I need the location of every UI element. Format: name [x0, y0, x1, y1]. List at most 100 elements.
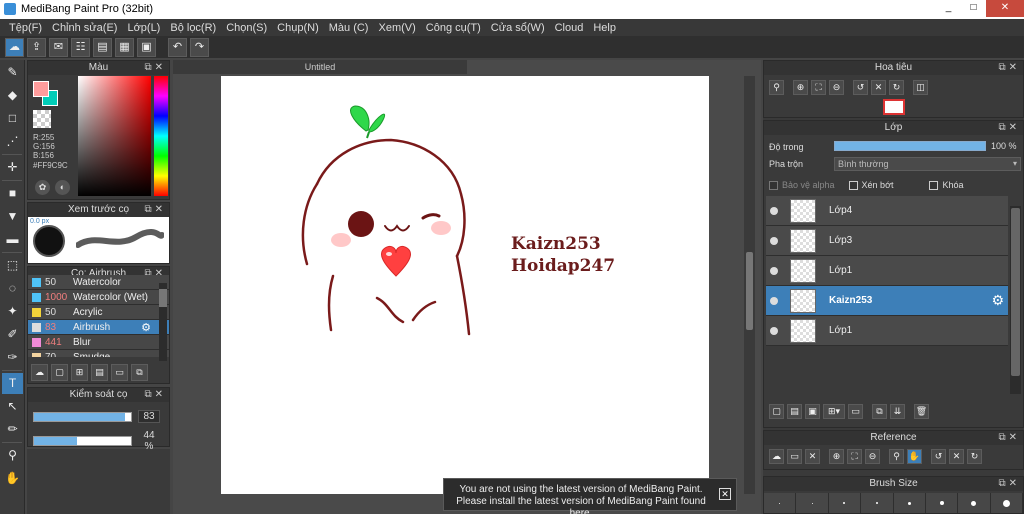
ref-close-icon[interactable]: ✕: [805, 449, 820, 464]
ref-actual-size-icon[interactable]: ✕: [949, 449, 964, 464]
layer-row[interactable]: Lớp1: [766, 316, 1008, 346]
merge-layer-icon[interactable]: ⇊: [890, 404, 905, 419]
brush-item[interactable]: 1000 Watercolor (Wet): [28, 290, 169, 305]
ref-rotate-right-icon[interactable]: ↻: [967, 449, 982, 464]
panel-controls[interactable]: ⧉✕: [998, 121, 1020, 135]
menu-file[interactable]: Tệp(F): [4, 22, 47, 34]
gear-icon[interactable]: ⚙: [141, 321, 151, 334]
ref-cloud-icon[interactable]: ☁: [769, 449, 784, 464]
eraser-tool-icon[interactable]: ◆: [2, 85, 23, 106]
transparent-color-swatch[interactable]: [33, 110, 51, 128]
zoom-out-icon[interactable]: ⊖: [829, 80, 844, 95]
fill-rect-tool-icon[interactable]: ■: [2, 183, 23, 204]
visibility-eye-icon[interactable]: [770, 207, 778, 215]
select-tool-icon[interactable]: ⬚: [2, 255, 23, 276]
zoom-in-icon[interactable]: ⊕: [793, 80, 808, 95]
minimize-button[interactable]: _: [936, 0, 961, 17]
dot-tool-icon[interactable]: ⋰: [2, 131, 23, 152]
close-icon[interactable]: ✕: [719, 488, 731, 500]
ref-rotate-left-icon[interactable]: ↺: [931, 449, 946, 464]
hue-slider[interactable]: [154, 76, 168, 196]
move-tool-icon[interactable]: ✛: [2, 157, 23, 178]
lock-checkbox[interactable]: Khóa: [929, 180, 964, 190]
close-button[interactable]: ✕: [986, 0, 1024, 17]
document-icon[interactable]: ▤: [93, 37, 112, 57]
menu-view[interactable]: Xem(V): [373, 22, 420, 34]
visibility-eye-icon[interactable]: [770, 327, 778, 335]
eyedropper-tool-icon[interactable]: ⚲: [2, 445, 23, 466]
panel-controls[interactable]: ⧉✕: [998, 61, 1020, 75]
layer-opacity-slider[interactable]: [834, 141, 986, 151]
zoom-icon[interactable]: ⚲: [769, 80, 784, 95]
canvas-page[interactable]: Kaizn253 Hoidap247: [221, 76, 709, 494]
palette-icon[interactable]: ✿: [35, 180, 50, 195]
color-swatches[interactable]: [33, 81, 58, 106]
text-tool-icon[interactable]: T: [2, 373, 23, 394]
canvas-text-hoidap[interactable]: Hoidap247: [511, 256, 615, 276]
magic-wand-tool-icon[interactable]: ✦: [2, 301, 23, 322]
brush-item[interactable]: 50 Watercolor: [28, 275, 169, 290]
update-notification[interactable]: You are not using the latest version of …: [443, 478, 737, 514]
layer-row[interactable]: Lớp3: [766, 226, 1008, 256]
panel-controls[interactable]: ⧉✕: [144, 203, 166, 217]
brush-new-icon[interactable]: ▢: [51, 364, 68, 381]
layer-folder-icon[interactable]: ▭: [848, 404, 863, 419]
fit-icon[interactable]: ⛶: [811, 80, 826, 95]
visibility-eye-icon[interactable]: [770, 297, 778, 305]
gear-icon[interactable]: ⚙: [991, 292, 1004, 309]
panel-controls[interactable]: ⧉✕: [998, 477, 1020, 491]
select-pen-tool-icon[interactable]: ✐: [2, 324, 23, 345]
brush-item[interactable]: 70 Smudge: [28, 350, 169, 357]
saturation-value-picker[interactable]: [78, 76, 151, 196]
rotate-left-icon[interactable]: ↺: [853, 80, 868, 95]
ref-eyedropper-icon[interactable]: ⚲: [889, 449, 904, 464]
menu-snap[interactable]: Chụp(N): [272, 22, 324, 34]
menu-cloud[interactable]: Cloud: [550, 22, 589, 34]
brush-opacity-slider[interactable]: [33, 436, 132, 446]
update-notification-line2[interactable]: Please install the latest version of Med…: [450, 496, 712, 514]
brush-folder-icon[interactable]: ▭: [111, 364, 128, 381]
brush-copy-icon[interactable]: ⧉: [131, 364, 148, 381]
visibility-eye-icon[interactable]: [770, 237, 778, 245]
size-preset[interactable]: [925, 493, 959, 513]
rect-shape-tool-icon[interactable]: □: [2, 108, 23, 129]
brush-settings-icon[interactable]: ▤: [91, 364, 108, 381]
size-preset[interactable]: [861, 493, 894, 513]
size-preset[interactable]: [893, 493, 926, 513]
hand-tool-icon[interactable]: ✋: [2, 468, 23, 489]
panel-controls[interactable]: ⧉✕: [144, 388, 166, 402]
select-eraser-tool-icon[interactable]: ✑: [2, 347, 23, 368]
menu-tools[interactable]: Công cụ(T): [421, 22, 486, 34]
brush-item[interactable]: 441 Blur: [28, 335, 169, 350]
undo-icon[interactable]: ↶: [168, 37, 187, 57]
size-preset[interactable]: [828, 493, 862, 513]
menu-filter[interactable]: Bộ lọc(R): [165, 22, 221, 34]
visibility-eye-icon[interactable]: [770, 267, 778, 275]
cloud-icon[interactable]: ☁: [5, 37, 24, 57]
menu-edit[interactable]: Chỉnh sửa(E): [47, 22, 122, 34]
layer-row[interactable]: Kaizn253 ⚙: [766, 286, 1008, 316]
ref-zoom-out-icon[interactable]: ⊖: [865, 449, 880, 464]
size-preset[interactable]: [990, 493, 1023, 513]
brush-add-icon[interactable]: ⊞: [71, 364, 88, 381]
ref-zoom-in-icon[interactable]: ⊕: [829, 449, 844, 464]
ref-open-icon[interactable]: ▭: [787, 449, 802, 464]
brush-cloud-icon[interactable]: ☁: [31, 364, 48, 381]
layer-row[interactable]: Lớp1: [766, 256, 1008, 286]
document-tab[interactable]: Untitled: [173, 60, 467, 74]
layer-list-scrollbar[interactable]: [1010, 206, 1021, 394]
canvas-vertical-scrollbar[interactable]: [744, 76, 755, 494]
blend-mode-select[interactable]: Bình thường ▾: [834, 157, 1021, 171]
chat-icon[interactable]: ☷: [71, 37, 90, 57]
brush-item[interactable]: 83 Airbrush ⚙: [28, 320, 169, 335]
brush-item[interactable]: 50 Acrylic: [28, 305, 169, 320]
add-layer-dropdown-icon[interactable]: ⊞▾: [823, 404, 845, 419]
flip-icon[interactable]: ◫: [913, 80, 928, 95]
protect-alpha-checkbox[interactable]: Bảo vệ alpha: [769, 180, 835, 190]
layer-row[interactable]: Lớp4: [766, 196, 1008, 226]
comment-icon[interactable]: ✉: [49, 37, 68, 57]
new-layer-icon[interactable]: ▢: [769, 404, 784, 419]
size-preset[interactable]: [958, 493, 991, 513]
navigator-thumbnail[interactable]: [883, 99, 905, 115]
menu-color[interactable]: Màu (C): [324, 22, 374, 34]
